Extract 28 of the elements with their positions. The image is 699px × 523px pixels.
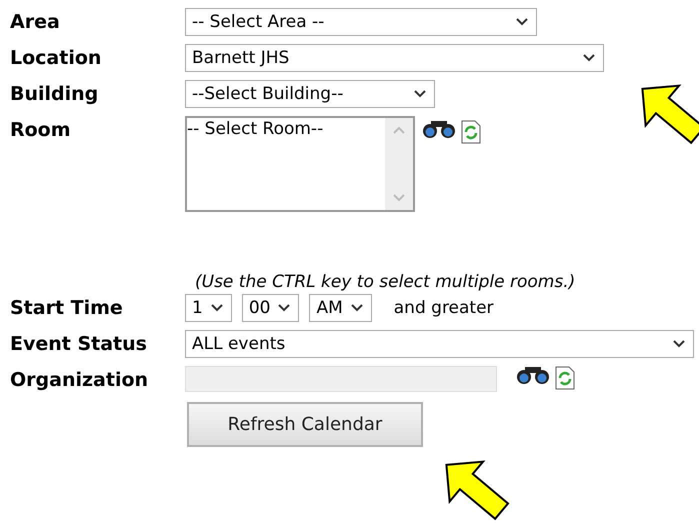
field-label: Room — [10, 118, 72, 143]
field-label: Area — [10, 10, 61, 35]
dropdown-field[interactable]: Barnett JHS — [185, 44, 604, 72]
dropdown-field[interactable]: 1 — [185, 294, 232, 322]
hint-text: (Use the CTRL key to select multiple rooms.) — [195, 272, 576, 292]
caret-icon — [673, 340, 685, 348]
dropdown-field[interactable]: ALL events — [185, 330, 694, 358]
refresh-icon[interactable] — [461, 120, 481, 144]
caret-icon — [278, 304, 290, 312]
field-label: Location — [10, 46, 102, 71]
caret-icon — [210, 304, 223, 312]
caret-icon — [350, 304, 363, 312]
field-label: Organization — [10, 368, 150, 393]
refresh-calendar-button[interactable]: Refresh Calendar — [187, 402, 423, 447]
caret-icon — [516, 18, 528, 26]
binoculars-icon[interactable] — [515, 366, 551, 384]
dropdown-field[interactable]: 00 — [242, 294, 300, 322]
binoculars-icon[interactable] — [421, 120, 457, 138]
dropdown-field[interactable]: -- Select Area -- — [185, 8, 537, 36]
caret-icon — [414, 90, 426, 98]
dropdown-field[interactable]: --Select Building-- — [185, 80, 435, 108]
dropdown-field[interactable]: AM — [309, 294, 372, 322]
suffix-text: and greater — [394, 297, 494, 320]
field-label: Building — [10, 82, 100, 107]
field-label: Event Status — [10, 332, 148, 357]
refresh-icon[interactable] — [555, 366, 575, 390]
field-label: Start Time — [10, 296, 124, 321]
caret-icon — [583, 54, 595, 62]
